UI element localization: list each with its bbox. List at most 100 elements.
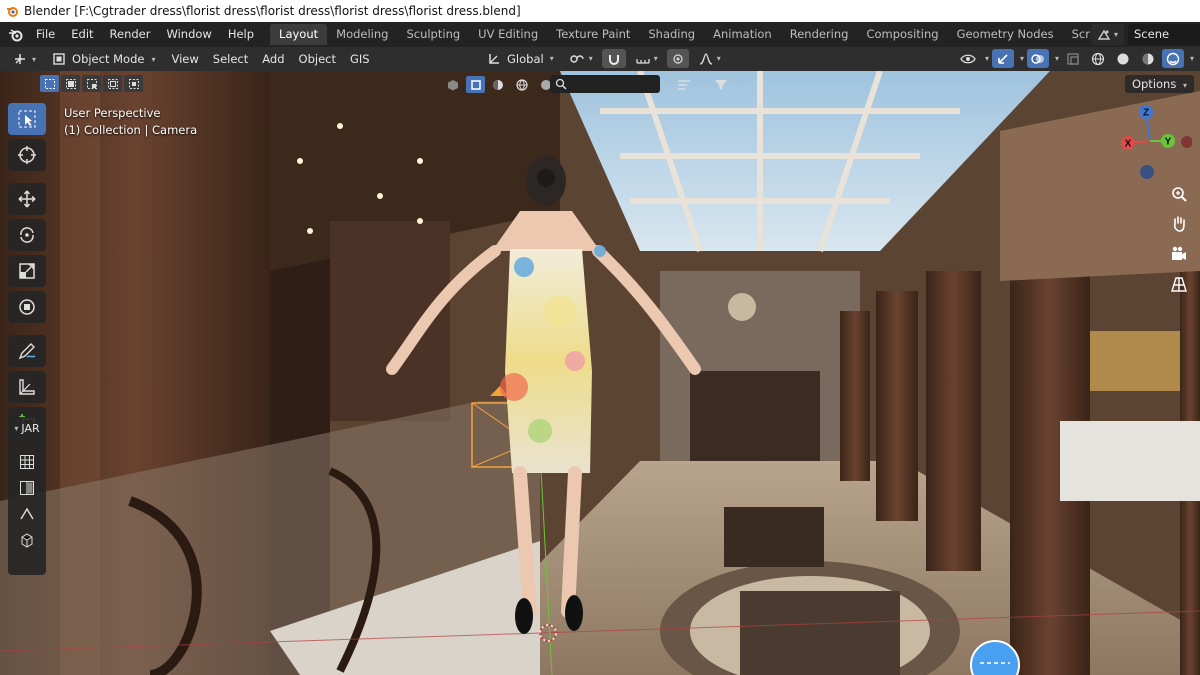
menu-select[interactable]: Select	[206, 52, 255, 66]
orientation-label: Global	[507, 51, 544, 66]
orientation-icon	[489, 53, 499, 64]
perspective-toggle-button[interactable]	[1168, 273, 1190, 295]
viewport-info: User Perspective (1) Collection | Camera	[64, 105, 197, 139]
blender-logo-menu[interactable]	[4, 22, 28, 47]
top-menu-bar: File Edit Render Window Help Layout Mode…	[0, 22, 1200, 47]
scale-icon	[19, 263, 35, 279]
select-invert-button[interactable]	[103, 75, 122, 92]
annotate-tool[interactable]	[8, 335, 46, 367]
falloff-curve-icon	[699, 52, 712, 65]
jar-curve-tool[interactable]	[8, 501, 46, 527]
cursor-crosshair-icon	[18, 146, 36, 164]
viewport-search-field[interactable]	[550, 75, 660, 93]
menu-add[interactable]: Add	[255, 52, 291, 66]
transform-tool[interactable]	[8, 291, 46, 323]
visibility-dropdown[interactable]	[957, 49, 979, 68]
select-subtract-button[interactable]	[82, 75, 101, 92]
transform-orientation-dropdown[interactable]: Global ▾	[482, 49, 559, 68]
tab-texture-paint[interactable]: Texture Paint	[547, 24, 639, 45]
sort-dropdown[interactable]	[673, 75, 695, 94]
jar-panel-header[interactable]: ▾ JAR	[8, 417, 46, 439]
filter-dropdown[interactable]	[710, 75, 732, 94]
filter-world-button[interactable]	[511, 75, 533, 94]
select-new-button[interactable]	[40, 75, 59, 92]
editor-type-button[interactable]: ▾	[6, 50, 41, 69]
jar-box-tool[interactable]	[8, 527, 46, 553]
eye-icon	[960, 54, 976, 63]
blender-icon	[9, 28, 23, 41]
shading-rendered-button[interactable]	[1161, 49, 1184, 68]
shading-solid-button[interactable]	[1112, 49, 1134, 68]
filter-extra-tools: ▾ ▾ ▾	[662, 75, 743, 94]
rendered-scene	[0, 71, 1200, 675]
zoom-button[interactable]	[1168, 183, 1190, 205]
pan-button[interactable]	[1168, 213, 1190, 235]
chevron-down-icon: ▾	[665, 80, 670, 89]
box-icon	[21, 533, 33, 548]
tab-sculpting[interactable]: Sculpting	[397, 24, 469, 45]
jar-split-tool[interactable]	[8, 475, 46, 501]
shading-wireframe-button[interactable]	[1087, 49, 1109, 68]
overlays-toggle[interactable]	[1026, 49, 1049, 68]
move-arrows-icon	[18, 190, 36, 208]
chevron-down-icon: ▾	[32, 54, 37, 64]
proportional-edit-toggle[interactable]	[666, 49, 689, 68]
select-intersect-icon	[128, 78, 139, 89]
scene-name-field[interactable]: Scene	[1128, 24, 1200, 45]
tab-modeling[interactable]: Modeling	[327, 24, 397, 45]
menu-help[interactable]: Help	[220, 22, 262, 47]
3d-viewport[interactable]: ▾ ▾ ▾ Options ▾ User Perspective (1) Col…	[0, 71, 1200, 675]
camera-view-button[interactable]	[1168, 243, 1190, 265]
move-tool[interactable]	[8, 183, 46, 215]
menu-gis[interactable]: GIS	[343, 52, 377, 66]
scale-tool[interactable]	[8, 255, 46, 287]
tab-shading[interactable]: Shading	[639, 24, 704, 45]
chevron-down-icon: ▾	[739, 80, 744, 89]
snap-toggle[interactable]	[601, 49, 626, 68]
menu-window[interactable]: Window	[158, 22, 219, 47]
xray-toggle[interactable]	[1062, 49, 1084, 68]
viewport-display-tools: ▾ ▾ ▾ ▾	[957, 49, 1194, 68]
mode-dropdown[interactable]: Object Mode ▾	[47, 50, 160, 69]
scene-browse-button[interactable]: ▾	[1090, 24, 1124, 45]
shading-material-button[interactable]	[1137, 49, 1159, 68]
tab-animation[interactable]: Animation	[704, 24, 781, 45]
measure-tool[interactable]	[8, 371, 46, 403]
select-extend-button[interactable]	[61, 75, 80, 92]
jar-grid-tool[interactable]	[8, 449, 46, 475]
rendered-sphere-icon	[1166, 52, 1180, 65]
cursor-tool[interactable]	[8, 139, 46, 171]
falloff-dropdown[interactable]: ▾	[693, 49, 726, 68]
menu-render[interactable]: Render	[102, 22, 159, 47]
gizmo-toggle[interactable]	[991, 49, 1014, 68]
tool-shelf	[8, 103, 46, 439]
select-intersect-button[interactable]	[124, 75, 143, 92]
menu-edit[interactable]: Edit	[63, 22, 101, 47]
tab-layout[interactable]: Layout	[270, 24, 328, 45]
select-box-tool[interactable]	[8, 103, 46, 135]
filter-selectable-button[interactable]	[466, 76, 485, 93]
tab-compositing[interactable]: Compositing	[857, 24, 947, 45]
tab-rendering[interactable]: Rendering	[781, 24, 858, 45]
filter-object-button[interactable]	[442, 75, 464, 94]
pivot-icon	[570, 54, 584, 63]
tab-geometry-nodes[interactable]: Geometry Nodes	[948, 24, 1063, 45]
options-label: Options	[1131, 77, 1177, 91]
filter-material-button[interactable]	[487, 75, 509, 94]
menu-object[interactable]: Object	[292, 52, 343, 66]
rotate-tool[interactable]	[8, 219, 46, 251]
tab-uv-editing[interactable]: UV Editing	[469, 24, 547, 45]
window-title: Blender [F:\Cgtrader dress\florist dress…	[24, 4, 521, 18]
options-dropdown[interactable]: Options ▾	[1124, 75, 1194, 93]
snap-target-dropdown[interactable]: ▾	[630, 49, 663, 68]
pivot-point-dropdown[interactable]: ▾	[563, 49, 598, 68]
split-square-icon	[20, 481, 34, 495]
menu-file[interactable]: File	[28, 22, 63, 47]
select-box-icon	[18, 110, 36, 128]
navigation-gizmo[interactable]: Z X Y	[1112, 101, 1193, 191]
select-new-icon	[44, 78, 55, 89]
menu-view[interactable]: View	[164, 52, 205, 66]
navigation-buttons	[1168, 183, 1190, 295]
chevron-down-icon: ▾	[1182, 81, 1187, 90]
